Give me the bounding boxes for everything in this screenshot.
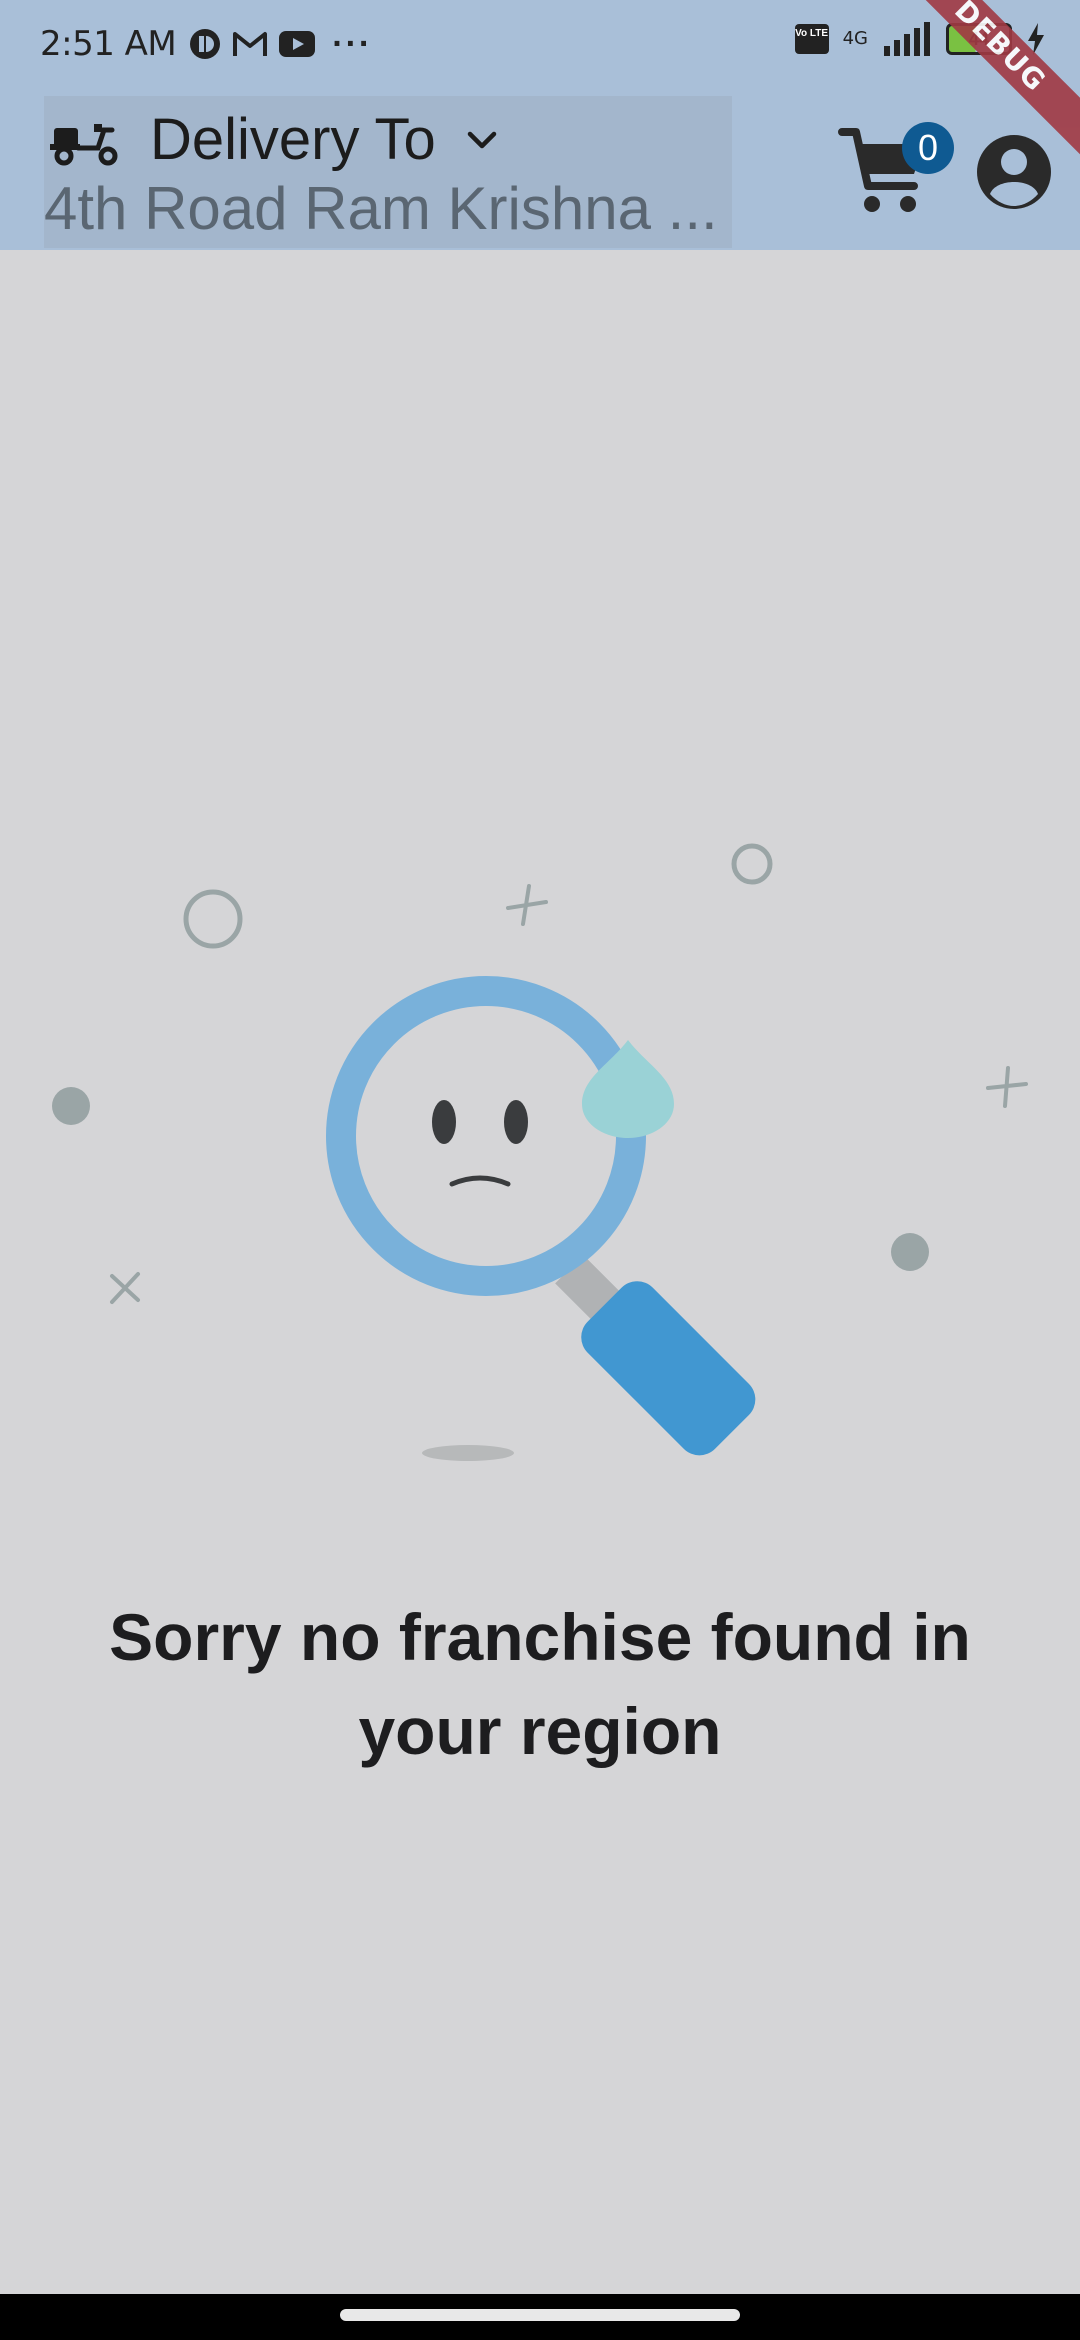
decor-circle [183,889,243,949]
network-type: 4G [842,28,868,49]
decor-circle [731,843,773,885]
volte-icon: Vo LTE [794,24,829,54]
status-bar: 2:51 AM ··· Vo LTE 4G [0,0,1080,88]
signal-icon [884,22,930,56]
no-results-illustration [52,843,1028,1461]
decor-dot [52,1087,90,1125]
decor-plus [986,1066,1028,1108]
app-bar: 2:51 AM ··· Vo LTE 4G DEBUG Delivery To … [0,0,1080,250]
delivery-address: 4th Road Ram Krishna ... [44,175,718,242]
chevron-down-icon [467,131,497,148]
magnifier-lens [326,976,646,1296]
shadow [422,1445,514,1461]
app-notification-icon [190,29,221,59]
home-indicator[interactable] [340,2309,740,2321]
cart-count-badge: 0 [902,122,954,174]
delivery-row: Delivery To [50,106,502,173]
status-time: 2:51 AM [40,24,177,64]
account-icon[interactable] [976,134,1052,210]
eye-right [504,1100,528,1144]
decor-plus [506,884,548,926]
page: 2:51 AM ··· Vo LTE 4G DEBUG Delivery To … [0,0,1080,2340]
decor-dot [891,1233,929,1271]
scooter-icon [50,123,118,165]
eye-left [432,1100,456,1144]
decor-cross [110,1272,140,1304]
empty-state-message: Sorry no franchise found in your region [109,1600,971,1768]
more-notifications-icon: ··· [332,24,373,63]
gmail-icon [233,32,268,56]
delivery-location-selector[interactable]: Delivery To 4th Road Ram Krishna ... [44,96,732,248]
notification-icons [188,27,316,61]
youtube-icon [279,31,316,57]
delivery-to-label: Delivery To [150,107,436,172]
